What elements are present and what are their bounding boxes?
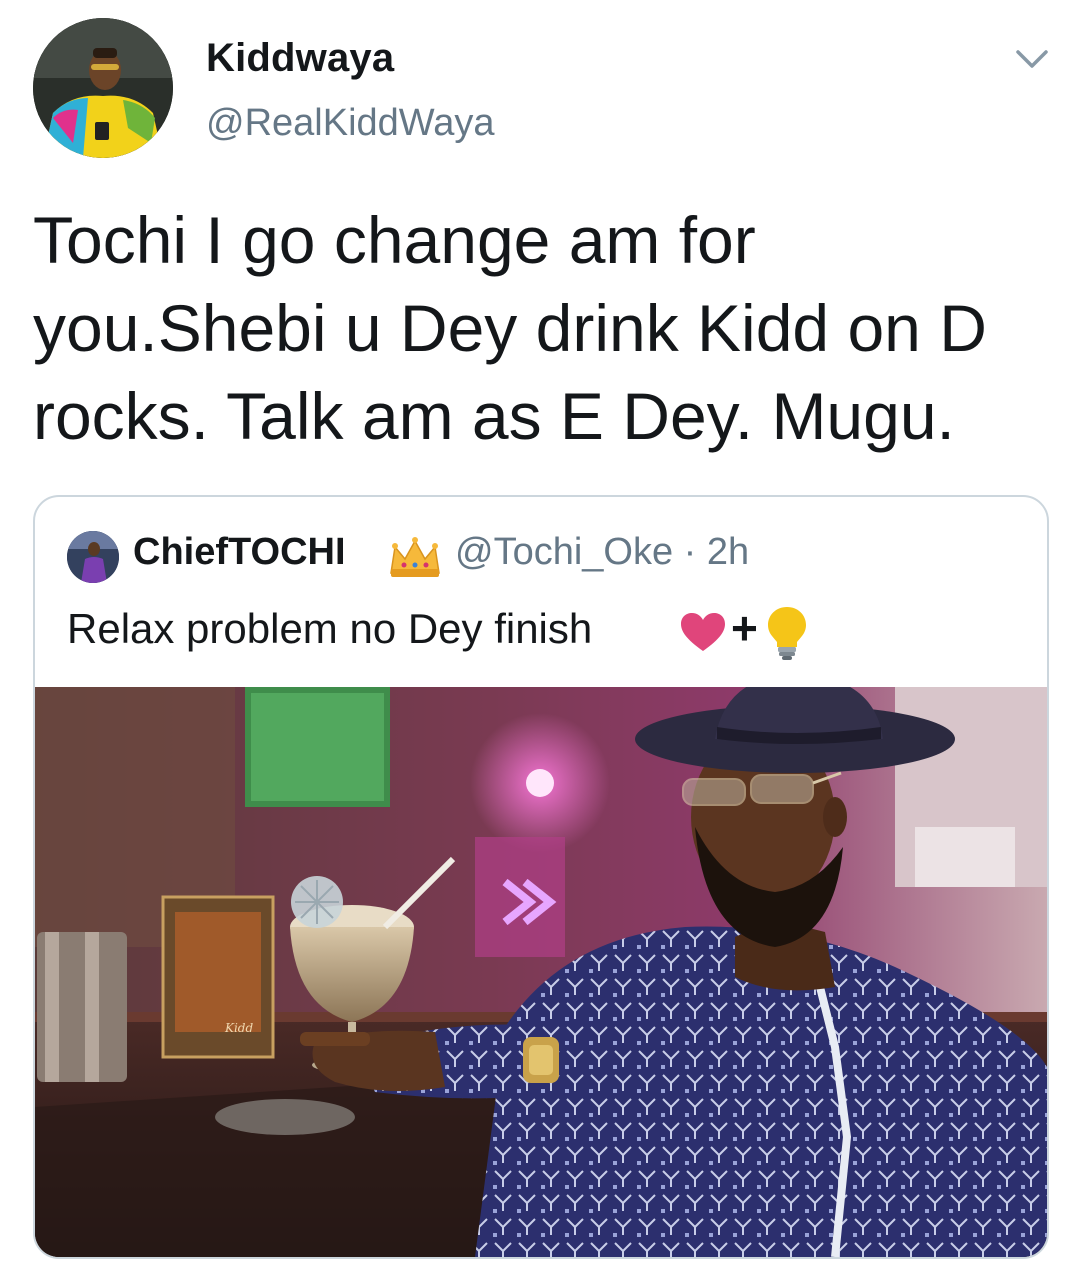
quoted-tweet-photo[interactable]: Kidd	[35, 673, 1047, 1257]
avatar-image	[33, 18, 173, 158]
tweet-text: Tochi I go change am for you.Shebi u Dey…	[33, 196, 1043, 460]
tweet-text-line: Tochi I go change am for	[33, 203, 756, 277]
photo-man-at-bar: Kidd	[35, 673, 1047, 1257]
light-bulb-emoji-icon	[765, 605, 809, 661]
quoted-author-avatar[interactable]	[67, 531, 119, 583]
svg-text:Kidd: Kidd	[224, 1021, 253, 1035]
author-display-name[interactable]: Kiddwaya	[206, 36, 394, 81]
plus-sign: +	[731, 602, 758, 654]
author-handle[interactable]: @RealKiddWaya	[206, 102, 495, 145]
quoted-tweet-card[interactable]: ChiefTOCHI @Tochi_Oke · 2h Relax problem…	[33, 495, 1049, 1259]
chevron-down-icon[interactable]	[1014, 44, 1050, 74]
tweet-text-line: you.Shebi u Dey drink Kidd on D	[33, 291, 987, 365]
quoted-handle-and-time[interactable]: @Tochi_Oke · 2h	[455, 531, 749, 574]
author-avatar[interactable]	[33, 18, 173, 158]
quoted-tweet-text: Relax problem no Dey finish	[67, 605, 593, 652]
quoted-author-name[interactable]: ChiefTOCHI	[133, 531, 346, 574]
heart-emoji-icon	[679, 611, 727, 653]
tweet: Kiddwaya @RealKiddWaya Tochi I go change…	[0, 0, 1080, 1286]
tweet-text-line: rocks. Talk am as E Dey. Mugu.	[33, 379, 955, 453]
crown-emoji-icon	[387, 535, 443, 579]
